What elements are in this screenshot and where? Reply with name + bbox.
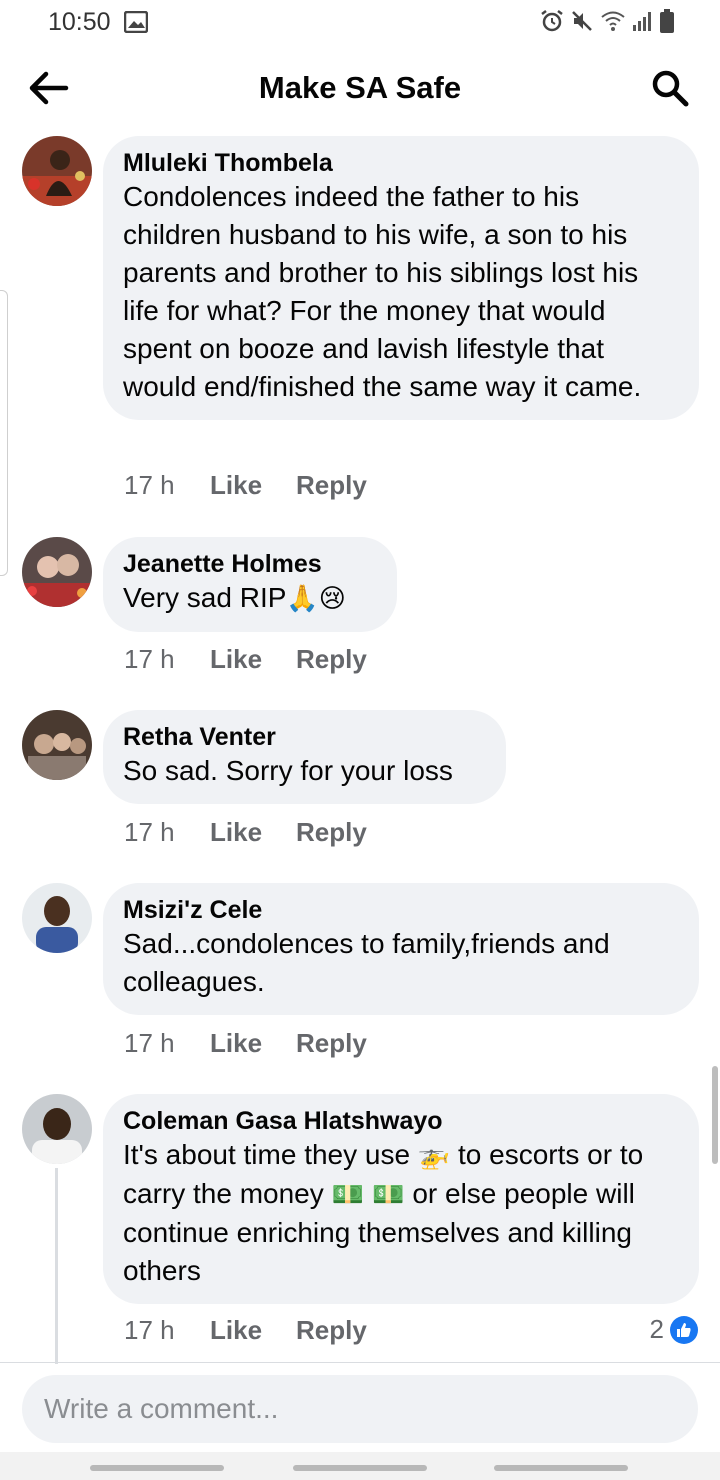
scroll-edge-indicator bbox=[0, 290, 8, 576]
reply-button[interactable]: Reply bbox=[296, 1028, 367, 1059]
avatar[interactable] bbox=[22, 537, 92, 607]
comment-input[interactable] bbox=[22, 1375, 698, 1443]
nav-back-button[interactable] bbox=[494, 1465, 628, 1471]
nav-recents-button[interactable] bbox=[90, 1465, 224, 1471]
footer-divider bbox=[0, 1362, 720, 1363]
reply-button[interactable]: Reply bbox=[296, 817, 367, 848]
like-button[interactable]: Like bbox=[210, 1028, 296, 1059]
comment-text-row: Very sad RIP🙏😢 bbox=[123, 579, 377, 618]
avatar[interactable] bbox=[22, 1094, 92, 1164]
thread-line bbox=[55, 1168, 58, 1364]
mute-icon bbox=[570, 9, 594, 38]
comment-text: Very sad RIP bbox=[123, 582, 287, 613]
nav-home-button[interactable] bbox=[293, 1465, 427, 1471]
reaction-count: 2 bbox=[649, 1314, 664, 1344]
wifi-icon bbox=[600, 10, 626, 37]
gallery-icon bbox=[123, 10, 149, 38]
like-button[interactable]: Like bbox=[210, 470, 296, 501]
comment-actions: 17 h Like Reply bbox=[124, 1315, 367, 1346]
avatar[interactable] bbox=[22, 883, 92, 953]
comment-time[interactable]: 17 h bbox=[124, 1028, 210, 1059]
page-title: Make SA Safe bbox=[258, 70, 462, 105]
signal-icon bbox=[632, 10, 654, 37]
comment-time[interactable]: 17 h bbox=[124, 470, 210, 501]
comment-text: Sad...condolences to family,friends and … bbox=[123, 928, 610, 997]
comment-author[interactable]: Jeanette Holmes bbox=[123, 549, 377, 579]
comment-bubble[interactable]: Coleman Gasa Hlatshwayo It's about time … bbox=[103, 1094, 699, 1304]
reply-button[interactable]: Reply bbox=[296, 644, 367, 675]
comment-author[interactable]: Mluleki Thombela bbox=[123, 148, 679, 178]
comment-text-part: It's about time they use bbox=[123, 1139, 418, 1170]
comment-text: It's about time they use 🚁 to escorts or… bbox=[123, 1136, 679, 1290]
comment-actions: 17 h Like Reply bbox=[124, 1028, 367, 1059]
comment-text: Condolences indeed the father to his chi… bbox=[123, 181, 642, 402]
status-time: 10:50 bbox=[48, 8, 111, 36]
app-header: Make SA Safe bbox=[0, 44, 720, 132]
avatar[interactable] bbox=[22, 710, 92, 780]
comment-actions: 17 h Like Reply bbox=[124, 644, 367, 675]
like-button[interactable]: Like bbox=[210, 644, 296, 675]
comment-actions: 17 h Like Reply bbox=[124, 470, 367, 501]
thumbs-up-icon bbox=[670, 1315, 698, 1344]
battery-icon bbox=[660, 9, 674, 38]
alarm-icon bbox=[540, 9, 564, 38]
like-button[interactable]: Like bbox=[210, 1315, 296, 1346]
comment-bubble[interactable]: Retha Venter So sad. Sorry for your loss bbox=[103, 710, 506, 804]
comment-author[interactable]: Msizi'z Cele bbox=[123, 895, 679, 925]
comment-time[interactable]: 17 h bbox=[124, 817, 210, 848]
reply-button[interactable]: Reply bbox=[296, 1315, 367, 1346]
avatar[interactable] bbox=[22, 136, 92, 206]
reaction-summary[interactable]: 2 bbox=[650, 1314, 698, 1345]
comment-author[interactable]: Retha Venter bbox=[123, 722, 486, 752]
comment-bubble[interactable]: Mluleki Thombela Condolences indeed the … bbox=[103, 136, 699, 420]
scrollbar[interactable] bbox=[712, 1066, 718, 1164]
comment-author[interactable]: Coleman Gasa Hlatshwayo bbox=[123, 1106, 679, 1136]
search-icon[interactable] bbox=[650, 68, 690, 108]
status-icons bbox=[540, 9, 674, 38]
comment-time[interactable]: 17 h bbox=[124, 644, 210, 675]
system-nav-bar bbox=[0, 1452, 720, 1480]
like-button[interactable]: Like bbox=[210, 817, 296, 848]
comment-time[interactable]: 17 h bbox=[124, 1315, 210, 1346]
reply-button[interactable]: Reply bbox=[296, 470, 367, 501]
comment-bubble[interactable]: Msizi'z Cele Sad...condolences to family… bbox=[103, 883, 699, 1015]
comment-actions: 17 h Like Reply bbox=[124, 817, 367, 848]
status-bar: 10:50 bbox=[0, 0, 720, 44]
comment-bubble[interactable]: Jeanette Holmes Very sad RIP🙏😢 bbox=[103, 537, 397, 632]
helicopter-emoji: 🚁 bbox=[417, 1141, 451, 1171]
emoji-pray-cry: 🙏😢 bbox=[286, 584, 346, 614]
money-emoji: 💵 💵 bbox=[331, 1180, 405, 1210]
comment-text: So sad. Sorry for your loss bbox=[123, 755, 453, 786]
